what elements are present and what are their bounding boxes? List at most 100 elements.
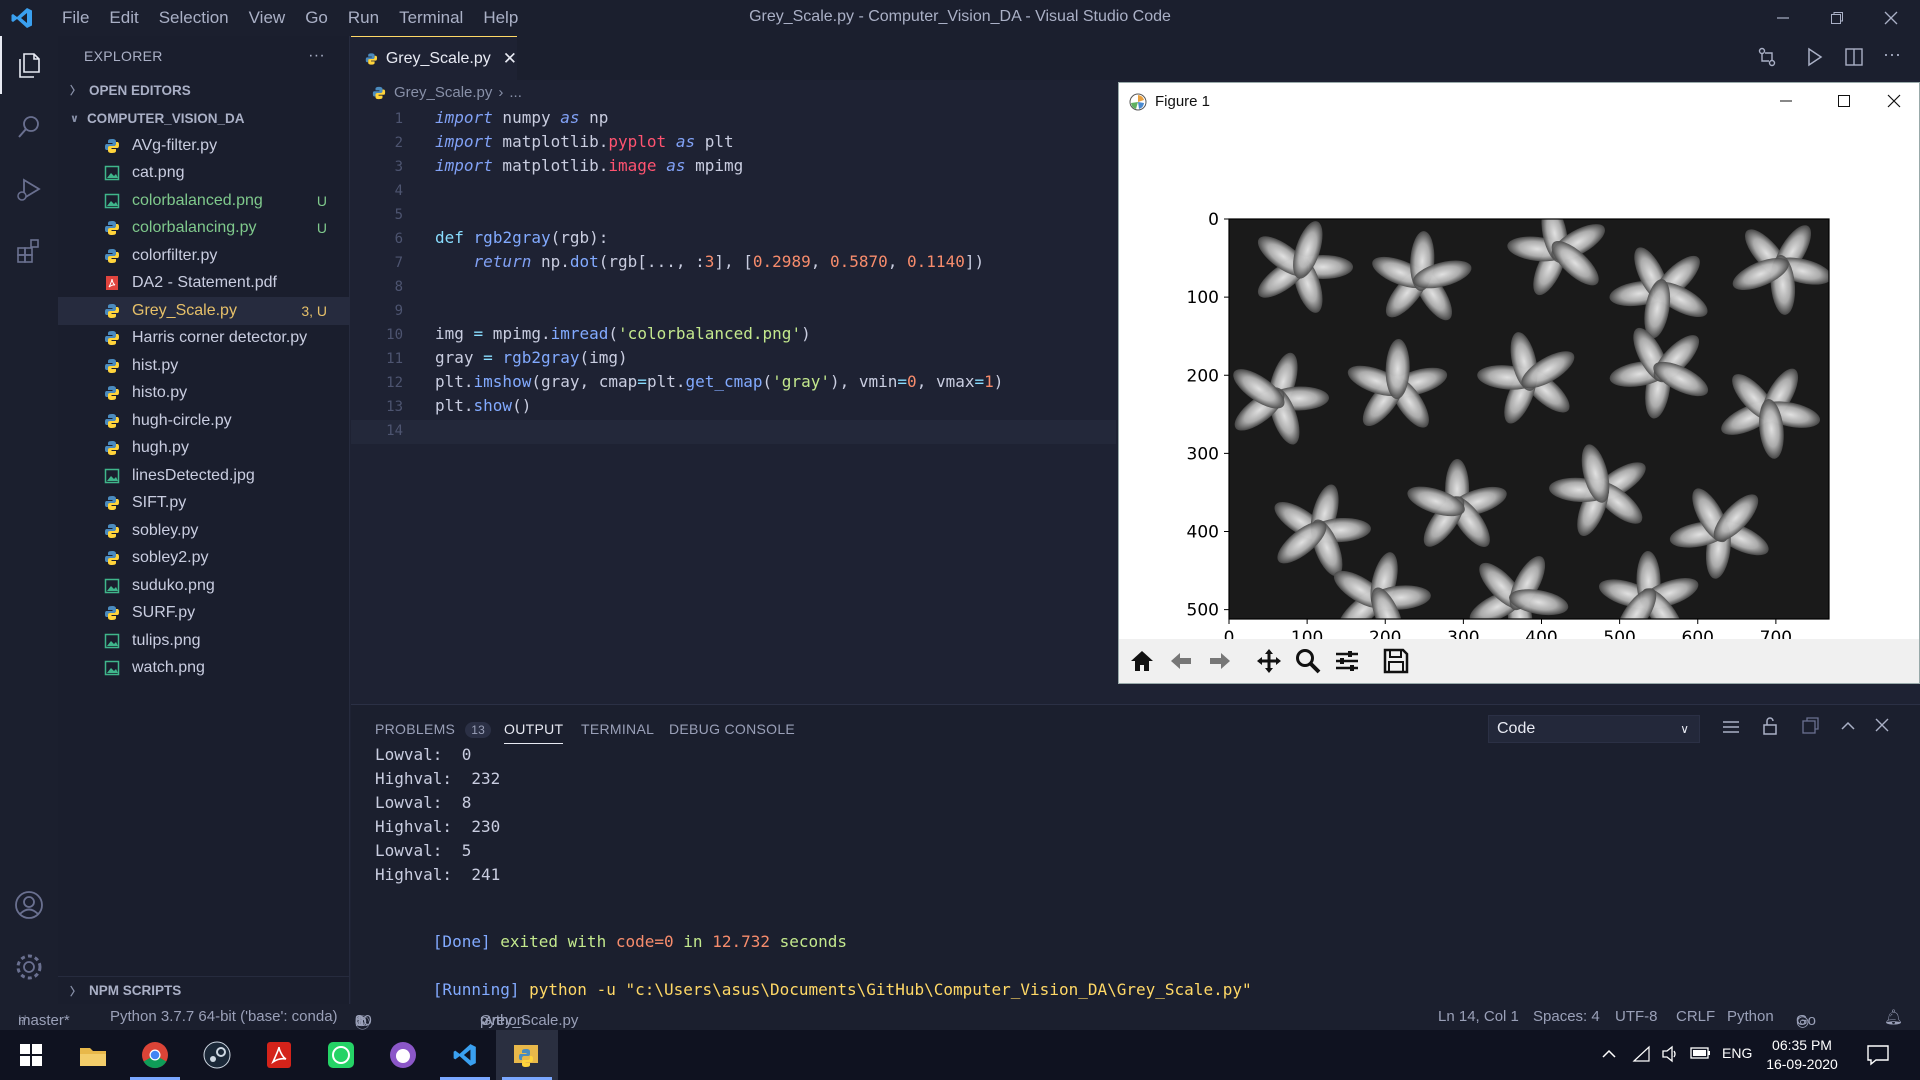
file-item[interactable]: colorbalanced.png U bbox=[58, 187, 349, 215]
configure-icon[interactable] bbox=[1328, 642, 1366, 680]
vscode-taskbar-icon[interactable] bbox=[434, 1030, 496, 1080]
file-item[interactable]: Harris corner detector.py bbox=[58, 325, 349, 353]
file-item[interactable]: sobley.py bbox=[58, 517, 349, 545]
split-editor-icon[interactable] bbox=[1843, 46, 1865, 73]
file-item[interactable]: hugh.py bbox=[58, 435, 349, 463]
whatsapp-taskbar-icon[interactable] bbox=[310, 1030, 372, 1080]
home-icon[interactable] bbox=[1123, 642, 1161, 680]
lock-scroll-icon[interactable] bbox=[1760, 716, 1780, 741]
file-item[interactable]: SURF.py bbox=[58, 600, 349, 628]
notifications-bell-icon[interactable]: 🔔︎ bbox=[1884, 1008, 1903, 1026]
figure-close-button[interactable] bbox=[1869, 83, 1919, 119]
plot-canvas[interactable]: 0 100 200 300 400 500 600 700 0 100 200 300 400 500 bbox=[1119, 119, 1919, 648]
image-file-icon bbox=[104, 633, 120, 649]
back-icon[interactable] bbox=[1162, 642, 1200, 680]
file-item[interactable]: DA2 - Statement.pdf bbox=[58, 270, 349, 298]
pan-icon[interactable] bbox=[1250, 642, 1288, 680]
breadcrumb-file[interactable]: Grey_Scale.py bbox=[394, 84, 492, 101]
x-tick-label: 400 bbox=[1525, 628, 1557, 639]
file-explorer-taskbar-icon[interactable] bbox=[62, 1030, 124, 1080]
file-name: suduko.png bbox=[132, 576, 215, 594]
forward-icon[interactable] bbox=[1201, 642, 1239, 680]
file-item[interactable]: sobley2.py bbox=[58, 545, 349, 573]
cursor-position[interactable]: Ln 14, Col 1 bbox=[1438, 1008, 1519, 1025]
extensions-icon[interactable] bbox=[0, 222, 58, 280]
menu-go[interactable]: Go bbox=[295, 8, 338, 28]
settings-gear-icon[interactable] bbox=[0, 938, 58, 996]
menu-run[interactable]: Run bbox=[338, 8, 389, 28]
code-line: 3 import matplotlib.image as mpimg bbox=[394, 156, 744, 175]
file-item[interactable]: hist.py bbox=[58, 352, 349, 380]
input-language[interactable]: ENG bbox=[1722, 1045, 1752, 1061]
y-tick-label: 0 bbox=[1208, 210, 1219, 230]
project-folder[interactable]: ∨ COMPUTER_VISION_DA bbox=[58, 104, 349, 132]
close-window-button[interactable] bbox=[1862, 0, 1920, 36]
run-debug-icon[interactable] bbox=[0, 160, 58, 218]
python-figure-taskbar-icon[interactable] bbox=[496, 1030, 558, 1080]
run-file-icon[interactable] bbox=[1803, 46, 1825, 73]
more-actions-icon[interactable]: ··· bbox=[308, 47, 325, 65]
source-control-compare-icon[interactable] bbox=[1756, 46, 1778, 73]
figure-maximize-button[interactable] bbox=[1819, 83, 1869, 119]
menu-selection[interactable]: Selection bbox=[149, 8, 239, 28]
search-icon[interactable] bbox=[0, 98, 58, 156]
tab-output[interactable]: OUTPUT bbox=[504, 721, 564, 744]
volume-icon[interactable] bbox=[1660, 1044, 1680, 1069]
maximize-panel-icon[interactable] bbox=[1838, 716, 1858, 741]
show-hidden-icons-icon[interactable] bbox=[1600, 1045, 1618, 1068]
file-item[interactable]: tulips.png bbox=[58, 627, 349, 655]
menu-view[interactable]: View bbox=[239, 8, 296, 28]
tab-debug-console[interactable]: DEBUG CONSOLE bbox=[669, 721, 795, 737]
github-desktop-taskbar-icon[interactable] bbox=[372, 1030, 434, 1080]
file-item[interactable]: colorfilter.py bbox=[58, 242, 349, 270]
tab-grey-scale[interactable]: Grey_Scale.py ✕ bbox=[351, 36, 517, 80]
file-item[interactable]: watch.png bbox=[58, 655, 349, 683]
account-icon[interactable] bbox=[0, 876, 58, 934]
language-mode[interactable]: Python bbox=[1727, 1008, 1774, 1025]
open-log-icon[interactable] bbox=[1800, 716, 1820, 741]
action-center-icon[interactable] bbox=[1866, 1043, 1890, 1072]
chrome-taskbar-icon[interactable] bbox=[124, 1030, 186, 1080]
figure-minimize-button[interactable] bbox=[1761, 83, 1811, 119]
editor-more-icon[interactable]: ··· bbox=[1883, 44, 1901, 65]
file-item[interactable]: colorbalancing.py U bbox=[58, 215, 349, 243]
tab-problems[interactable]: PROBLEMS 13 bbox=[375, 721, 492, 738]
close-tab-icon[interactable]: ✕ bbox=[503, 49, 517, 69]
line-ending[interactable]: CRLF bbox=[1676, 1008, 1715, 1025]
battery-icon[interactable] bbox=[1690, 1046, 1712, 1065]
clock[interactable]: 06:35 PM 16-09-2020 bbox=[1766, 1036, 1838, 1074]
breadcrumb-more[interactable]: ... bbox=[509, 84, 522, 101]
wifi-icon[interactable] bbox=[1632, 1044, 1652, 1069]
file-item[interactable]: AVg-filter.py bbox=[58, 132, 349, 160]
python-interpreter[interactable]: Python 3.7.7 64-bit ('base': conda) bbox=[110, 1008, 338, 1025]
menu-terminal[interactable]: Terminal bbox=[389, 8, 473, 28]
clear-output-icon[interactable] bbox=[1721, 717, 1741, 742]
zoom-icon[interactable] bbox=[1289, 642, 1327, 680]
file-item[interactable]: histo.py bbox=[58, 380, 349, 408]
save-icon[interactable] bbox=[1377, 642, 1415, 680]
menu-help[interactable]: Help bbox=[473, 8, 528, 28]
output-channel-select[interactable]: Code ∨ bbox=[1488, 715, 1700, 743]
explorer-icon[interactable] bbox=[0, 36, 58, 94]
acrobat-taskbar-icon[interactable] bbox=[248, 1030, 310, 1080]
file-item[interactable]: linesDetected.jpg bbox=[58, 462, 349, 490]
menu-file[interactable]: File bbox=[52, 8, 99, 28]
windows-start-icon[interactable] bbox=[0, 1030, 62, 1080]
menu-edit[interactable]: Edit bbox=[99, 8, 148, 28]
minimize-button[interactable] bbox=[1754, 0, 1812, 36]
file-item[interactable]: SIFT.py bbox=[58, 490, 349, 518]
file-item[interactable]: suduko.png bbox=[58, 572, 349, 600]
file-item[interactable]: Grey_Scale.py 3, U bbox=[58, 297, 349, 325]
npm-scripts-section[interactable]: 〉 NPM SCRIPTS bbox=[58, 976, 349, 1004]
encoding[interactable]: UTF-8 bbox=[1615, 1008, 1658, 1025]
indentation[interactable]: Spaces: 4 bbox=[1533, 1008, 1600, 1025]
restore-button[interactable] bbox=[1808, 0, 1866, 36]
steam-taskbar-icon[interactable] bbox=[186, 1030, 248, 1080]
open-editors-section[interactable]: 〉 OPEN EDITORS bbox=[58, 76, 349, 104]
file-item[interactable]: hugh-circle.py bbox=[58, 407, 349, 435]
close-panel-icon[interactable] bbox=[1873, 716, 1891, 739]
tab-terminal[interactable]: TERMINAL bbox=[581, 721, 654, 737]
output-line: Highval: 232 bbox=[375, 769, 501, 788]
file-item[interactable]: cat.png bbox=[58, 160, 349, 188]
file-name: tulips.png bbox=[132, 631, 201, 649]
